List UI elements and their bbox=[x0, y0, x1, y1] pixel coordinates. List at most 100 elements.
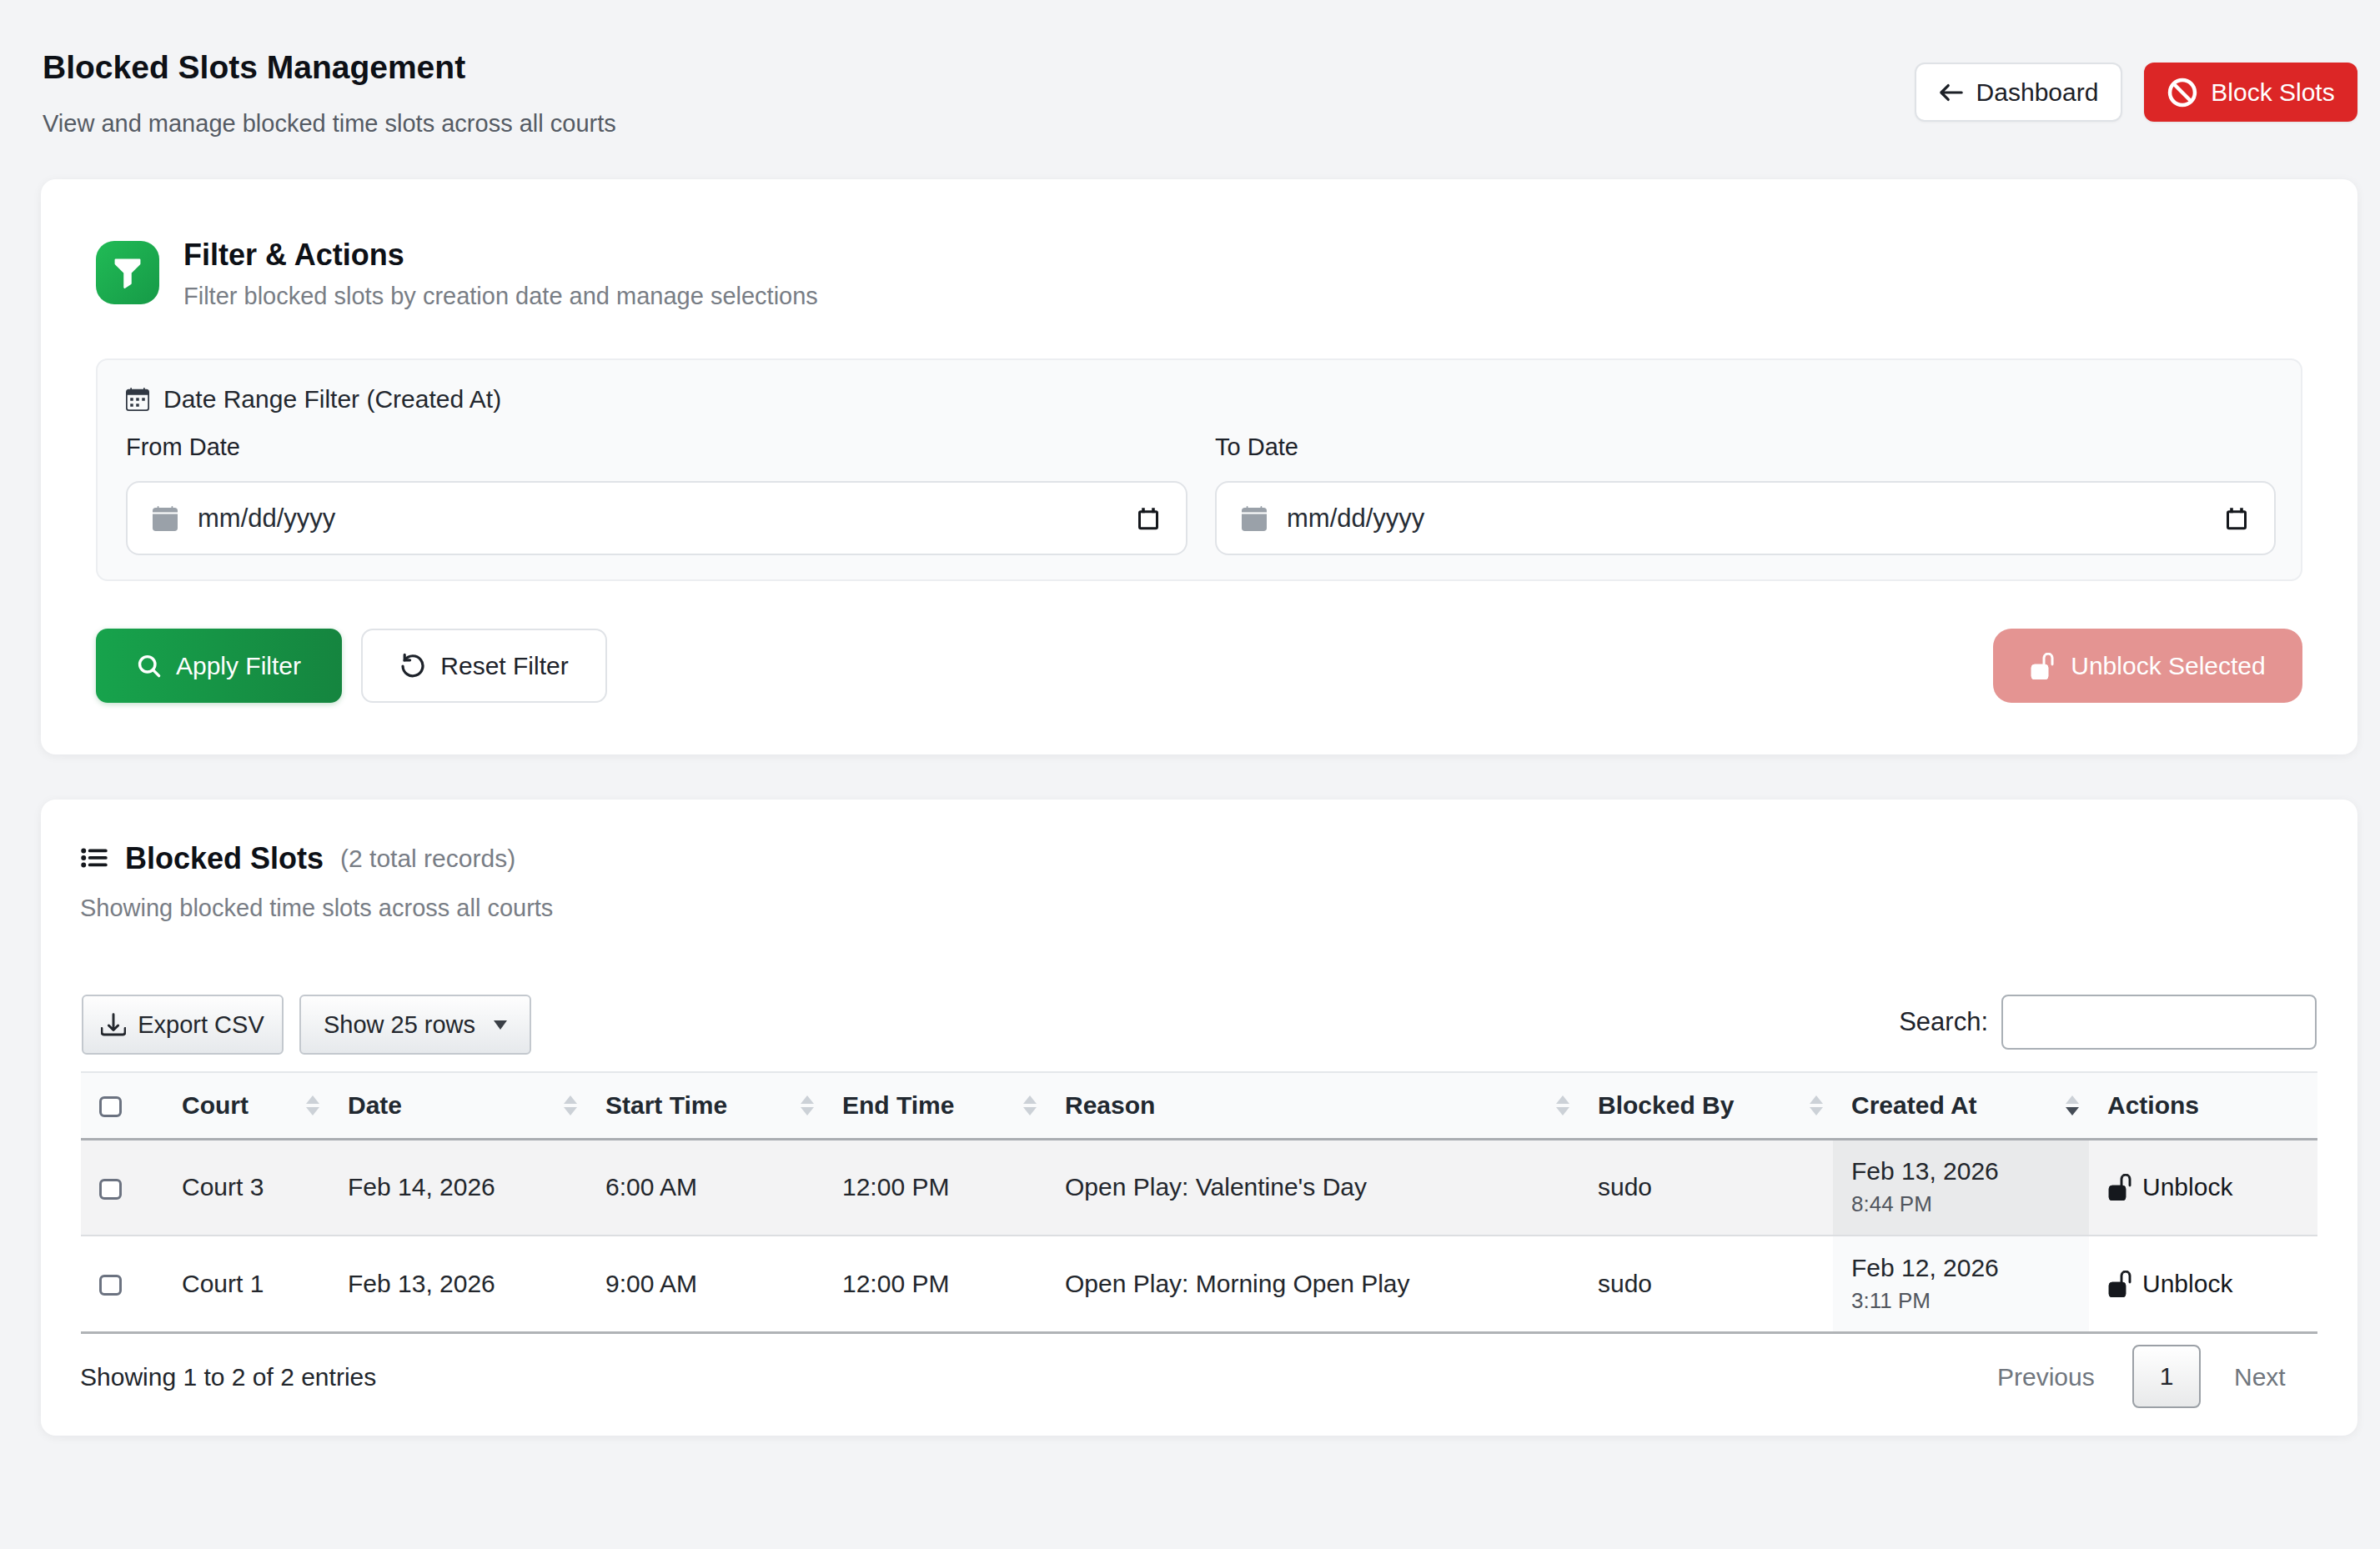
cell-court: Court 3 bbox=[163, 1139, 329, 1236]
column-header-reason[interactable]: Reason bbox=[1047, 1072, 1579, 1139]
table-row: Court 3 Feb 14, 2026 6:00 AM 12:00 PM Op… bbox=[81, 1139, 2317, 1236]
block-slots-button[interactable]: Block Slots bbox=[2144, 63, 2357, 122]
unlock-icon bbox=[2107, 1271, 2134, 1297]
date-range-panel: Date Range Filter (Created At) From Date… bbox=[96, 358, 2302, 581]
column-header-date[interactable]: Date bbox=[329, 1072, 587, 1139]
cell-court: Court 1 bbox=[163, 1236, 329, 1332]
reset-filter-button[interactable]: Reset Filter bbox=[361, 629, 607, 703]
pagination-next[interactable]: Next bbox=[2234, 1363, 2286, 1391]
unlock-icon bbox=[2107, 1174, 2134, 1201]
unblock-selected-button[interactable]: Unblock Selected bbox=[1993, 629, 2302, 703]
calendar-icon bbox=[1242, 506, 1267, 531]
table-row: Court 1 Feb 13, 2026 9:00 AM 12:00 PM Op… bbox=[81, 1236, 2317, 1332]
cell-blocked-by: sudo bbox=[1579, 1139, 1833, 1236]
cell-date: Feb 13, 2026 bbox=[329, 1236, 587, 1332]
column-header-start-time[interactable]: Start Time bbox=[587, 1072, 824, 1139]
export-csv-label: Export CSV bbox=[138, 1011, 264, 1039]
created-date: Feb 12, 2026 bbox=[1851, 1254, 2069, 1282]
cell-created-at: Feb 12, 2026 3:11 PM bbox=[1833, 1236, 2089, 1332]
page-size-dropdown[interactable]: Show 25 rows bbox=[299, 995, 531, 1055]
unblock-label: Unblock bbox=[2142, 1270, 2232, 1298]
dashboard-button-label: Dashboard bbox=[1976, 78, 2099, 107]
download-icon bbox=[101, 1012, 126, 1037]
sort-icon bbox=[801, 1095, 814, 1115]
page-subtitle: View and manage blocked time slots acros… bbox=[43, 110, 616, 138]
date-picker-icon[interactable] bbox=[2224, 506, 2249, 531]
slash-circle-icon bbox=[2167, 77, 2198, 108]
blocked-slots-card: Blocked Slots (2 total records) Showing … bbox=[41, 800, 2357, 1436]
column-header-end-time[interactable]: End Time bbox=[824, 1072, 1047, 1139]
block-slots-button-label: Block Slots bbox=[2211, 78, 2334, 107]
sort-icon-desc-active bbox=[2066, 1095, 2079, 1115]
unlock-icon bbox=[2030, 653, 2056, 679]
cell-reason: Open Play: Valentine's Day bbox=[1047, 1139, 1579, 1236]
sort-icon bbox=[1810, 1095, 1823, 1115]
created-time: 8:44 PM bbox=[1851, 1191, 2069, 1217]
cell-end-time: 12:00 PM bbox=[824, 1139, 1047, 1236]
search-label: Search: bbox=[1899, 1007, 1988, 1037]
sort-icon bbox=[1023, 1095, 1037, 1115]
page-title: Blocked Slots Management bbox=[43, 49, 465, 87]
cell-date: Feb 14, 2026 bbox=[329, 1139, 587, 1236]
export-csv-button[interactable]: Export CSV bbox=[82, 995, 284, 1055]
list-icon bbox=[80, 845, 108, 873]
filter-card-subtitle: Filter blocked slots by creation date an… bbox=[183, 283, 818, 310]
table-header-row: Court Date Start Time End Time Reason Bl… bbox=[81, 1072, 2317, 1139]
blocked-slots-title: Blocked Slots bbox=[125, 841, 324, 876]
dashboard-button[interactable]: Dashboard bbox=[1915, 63, 2122, 122]
apply-filter-button[interactable]: Apply Filter bbox=[96, 629, 342, 703]
cell-actions: Unblock bbox=[2089, 1236, 2317, 1332]
date-range-panel-title: Date Range Filter (Created At) bbox=[163, 385, 501, 414]
date-picker-icon[interactable] bbox=[1136, 506, 1161, 531]
cell-end-time: 12:00 PM bbox=[824, 1236, 1047, 1332]
pagination-page-1[interactable]: 1 bbox=[2132, 1345, 2201, 1408]
column-header-court[interactable]: Court bbox=[163, 1072, 329, 1139]
page-size-label: Show 25 rows bbox=[324, 1011, 475, 1039]
filter-card-title: Filter & Actions bbox=[183, 238, 404, 273]
records-count-note: (2 total records) bbox=[340, 845, 515, 873]
caret-down-icon bbox=[494, 1020, 507, 1030]
from-date-placeholder: mm/dd/yyyy bbox=[198, 504, 1116, 534]
row-checkbox[interactable] bbox=[99, 1179, 122, 1200]
row-checkbox[interactable] bbox=[99, 1275, 122, 1296]
column-header-blocked-by[interactable]: Blocked By bbox=[1579, 1072, 1833, 1139]
to-date-input[interactable]: mm/dd/yyyy bbox=[1215, 481, 2276, 555]
cell-actions: Unblock bbox=[2089, 1139, 2317, 1236]
from-date-input[interactable]: mm/dd/yyyy bbox=[126, 481, 1187, 555]
sort-icon bbox=[564, 1095, 577, 1115]
blocked-slots-subtitle: Showing blocked time slots across all co… bbox=[80, 895, 553, 922]
select-all-header bbox=[81, 1072, 163, 1139]
select-all-checkbox[interactable] bbox=[99, 1096, 122, 1117]
created-time: 3:11 PM bbox=[1851, 1288, 2069, 1314]
funnel-icon bbox=[96, 241, 159, 304]
to-date-label: To Date bbox=[1215, 434, 1298, 461]
apply-filter-label: Apply Filter bbox=[176, 652, 301, 680]
column-header-created-at[interactable]: Created At bbox=[1833, 1072, 2089, 1139]
cell-blocked-by: sudo bbox=[1579, 1236, 1833, 1332]
column-header-actions: Actions bbox=[2089, 1072, 2317, 1139]
cell-start-time: 9:00 AM bbox=[587, 1236, 824, 1332]
calendar-icon bbox=[126, 388, 149, 411]
arrow-left-icon bbox=[1939, 80, 1964, 105]
unblock-button[interactable]: Unblock bbox=[2107, 1173, 2297, 1201]
created-date: Feb 13, 2026 bbox=[1851, 1157, 2069, 1186]
filter-actions-card: Filter & Actions Filter blocked slots by… bbox=[41, 179, 2357, 754]
from-date-label: From Date bbox=[126, 434, 240, 461]
to-date-placeholder: mm/dd/yyyy bbox=[1287, 504, 2204, 534]
cell-created-at: Feb 13, 2026 8:44 PM bbox=[1833, 1139, 2089, 1236]
sort-icon bbox=[306, 1095, 319, 1115]
sort-icon bbox=[1556, 1095, 1569, 1115]
reset-filter-label: Reset Filter bbox=[440, 652, 568, 680]
cell-start-time: 6:00 AM bbox=[587, 1139, 824, 1236]
reset-icon bbox=[399, 653, 426, 679]
search-input[interactable] bbox=[2001, 995, 2317, 1050]
search-icon bbox=[137, 654, 162, 679]
entries-summary: Showing 1 to 2 of 2 entries bbox=[80, 1363, 376, 1391]
pagination-previous[interactable]: Previous bbox=[1997, 1363, 2095, 1391]
calendar-icon bbox=[153, 506, 178, 531]
unblock-button[interactable]: Unblock bbox=[2107, 1270, 2297, 1298]
blocked-slots-table: Court Date Start Time End Time Reason Bl… bbox=[81, 1071, 2317, 1334]
cell-reason: Open Play: Morning Open Play bbox=[1047, 1236, 1579, 1332]
unblock-selected-label: Unblock Selected bbox=[2071, 652, 2265, 680]
unblock-label: Unblock bbox=[2142, 1173, 2232, 1201]
